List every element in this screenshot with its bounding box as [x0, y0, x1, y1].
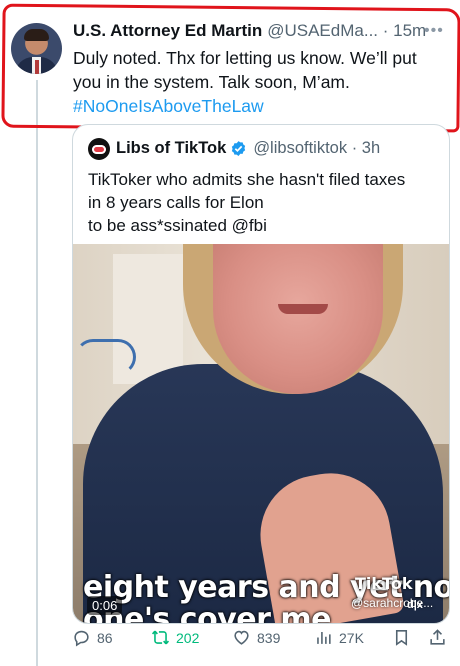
quote-author-name[interactable]: Libs of TikTok — [116, 139, 226, 158]
tiktok-watermark: TikTok — [355, 574, 413, 593]
quote-header: Libs of TikTok @libsoftiktok · 3h — [116, 139, 380, 158]
video-cable — [75, 339, 136, 375]
tweet-text-line: Duly noted. Thx for letting us know. We’… — [73, 48, 417, 68]
hashtag-link[interactable]: #NoOneIsAboveTheLaw — [73, 94, 453, 118]
like-icon — [234, 630, 249, 645]
tweet-text-line: you in the system. Talk soon, M’am. — [73, 72, 350, 92]
share-icon — [430, 629, 445, 645]
tweet-text: Duly noted. Thx for letting us know. We’… — [73, 46, 453, 118]
quote-time[interactable]: 3h — [362, 139, 380, 157]
repost-icon — [151, 630, 170, 645]
like-count: 839 — [257, 629, 281, 646]
quote-avatar[interactable] — [88, 138, 110, 160]
views-button[interactable]: 27K — [314, 628, 364, 647]
like-button[interactable]: 839 — [232, 628, 280, 647]
quote-handle[interactable]: @libsoftiktok — [253, 139, 347, 157]
author-handle-time: @USAEdMa... · 15m — [267, 21, 426, 41]
repost-button[interactable]: 202 — [151, 628, 199, 647]
meta-separator: · — [382, 21, 394, 40]
reply-count: 86 — [97, 629, 113, 646]
tweet-header: U.S. Attorney Ed Martin @USAEdMa... · 15… — [73, 21, 426, 41]
tweet-time[interactable]: 15m — [393, 21, 426, 40]
author-avatar[interactable] — [11, 23, 62, 74]
author-name[interactable]: U.S. Attorney Ed Martin — [73, 21, 262, 41]
quote-text: TikToker who admits she hasn't filed tax… — [88, 168, 438, 237]
repost-count: 202 — [176, 629, 200, 646]
action-bar: 86 202 839 27K — [72, 628, 448, 656]
video-player[interactable]: eight years and yet no one's cover me Ti… — [73, 244, 449, 623]
quote-text-line: TikToker who admits she hasn't filed tax… — [88, 170, 406, 189]
video-person-mouth — [278, 304, 328, 314]
quoted-tweet-card[interactable]: Libs of TikTok @libsoftiktok · 3h TikTok… — [72, 124, 450, 624]
quote-text-line: in 8 years calls for Elon — [88, 193, 264, 212]
video-badge: d|x — [407, 599, 423, 611]
verified-icon — [230, 140, 247, 157]
views-icon — [317, 631, 331, 644]
quote-handle-time: @libsoftiktok · 3h — [253, 139, 380, 158]
quote-text-line: to be ass*ssinated @fbi — [88, 216, 267, 235]
views-count: 27K — [339, 629, 364, 646]
bookmark-button[interactable] — [392, 628, 417, 647]
meta-separator: · — [351, 139, 362, 157]
bookmark-icon — [395, 629, 408, 646]
reply-icon — [74, 630, 89, 647]
share-button[interactable] — [428, 628, 453, 647]
author-handle[interactable]: @USAEdMa... — [267, 21, 378, 40]
video-duration: 0:06 — [87, 596, 123, 615]
more-icon[interactable]: ••• — [424, 22, 444, 40]
thread-line — [36, 80, 38, 666]
reply-button[interactable]: 86 — [72, 628, 113, 647]
